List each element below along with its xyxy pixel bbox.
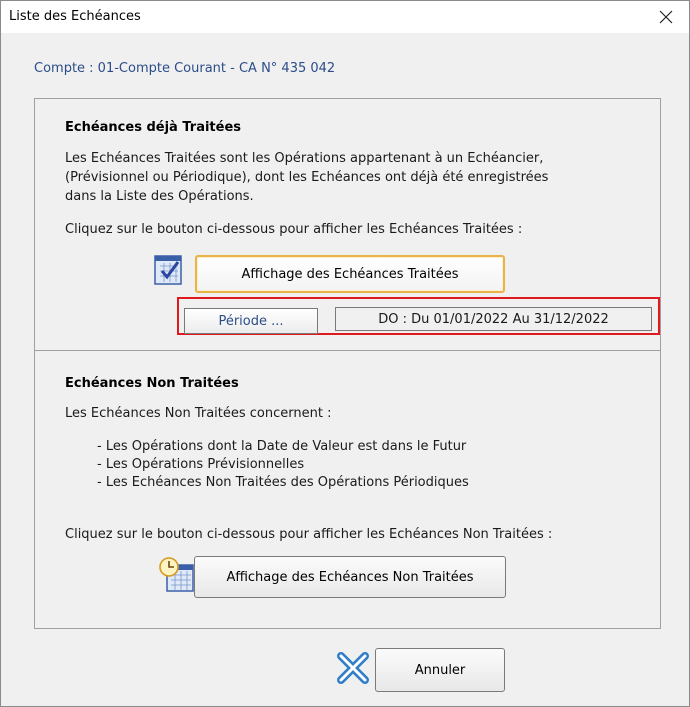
untreated-intro: Les Echéances Non Traitées concernent : bbox=[65, 406, 332, 421]
list-item: - Les Opérations Prévisionnelles bbox=[97, 457, 305, 472]
show-untreated-button[interactable]: Affichage des Echéances Non Traitées bbox=[194, 556, 506, 598]
checked-calendar-icon bbox=[154, 255, 182, 285]
treated-description-line-3: dans la Liste des Opérations. bbox=[65, 189, 254, 204]
title-bar: Liste des Echéances bbox=[1, 1, 689, 33]
treated-description-line-2: (Prévisionnel ou Périodique), dont les E… bbox=[65, 170, 549, 185]
untreated-heading: Echéances Non Traitées bbox=[65, 376, 239, 391]
section-divider bbox=[35, 350, 660, 351]
show-treated-button[interactable]: Affichage des Echéances Traitées bbox=[195, 255, 505, 293]
period-button[interactable]: Période ... bbox=[184, 308, 318, 334]
treated-description-line-1: Les Echéances Traitées sont les Opératio… bbox=[65, 151, 544, 166]
list-item: - Les Opérations dont la Date de Valeur … bbox=[97, 439, 467, 454]
untreated-instruction: Cliquez sur le bouton ci-dessous pour af… bbox=[65, 527, 553, 542]
cancel-x-icon bbox=[337, 652, 369, 684]
dialog-window: Liste des Echéances Compte : 01-Compte C… bbox=[0, 0, 690, 707]
cancel-button[interactable]: Annuler bbox=[375, 648, 505, 692]
treated-instruction: Cliquez sur le bouton ci-dessous pour af… bbox=[65, 222, 523, 237]
close-icon bbox=[659, 10, 673, 24]
period-value-field: DO : Du 01/01/2022 Au 31/12/2022 bbox=[335, 307, 652, 331]
clock-calendar-icon bbox=[159, 557, 194, 592]
echeances-panel: Echéances déjà Traitées Les Echéances Tr… bbox=[34, 98, 661, 629]
account-label: Compte : 01-Compte Courant - CA N° 435 0… bbox=[34, 61, 336, 76]
untreated-list: - Les Opérations dont la Date de Valeur … bbox=[97, 438, 469, 492]
close-button[interactable] bbox=[643, 1, 689, 33]
treated-heading: Echéances déjà Traitées bbox=[65, 120, 242, 135]
window-title: Liste des Echéances bbox=[9, 9, 141, 24]
list-item: - Les Echéances Non Traitées des Opérati… bbox=[97, 475, 469, 490]
